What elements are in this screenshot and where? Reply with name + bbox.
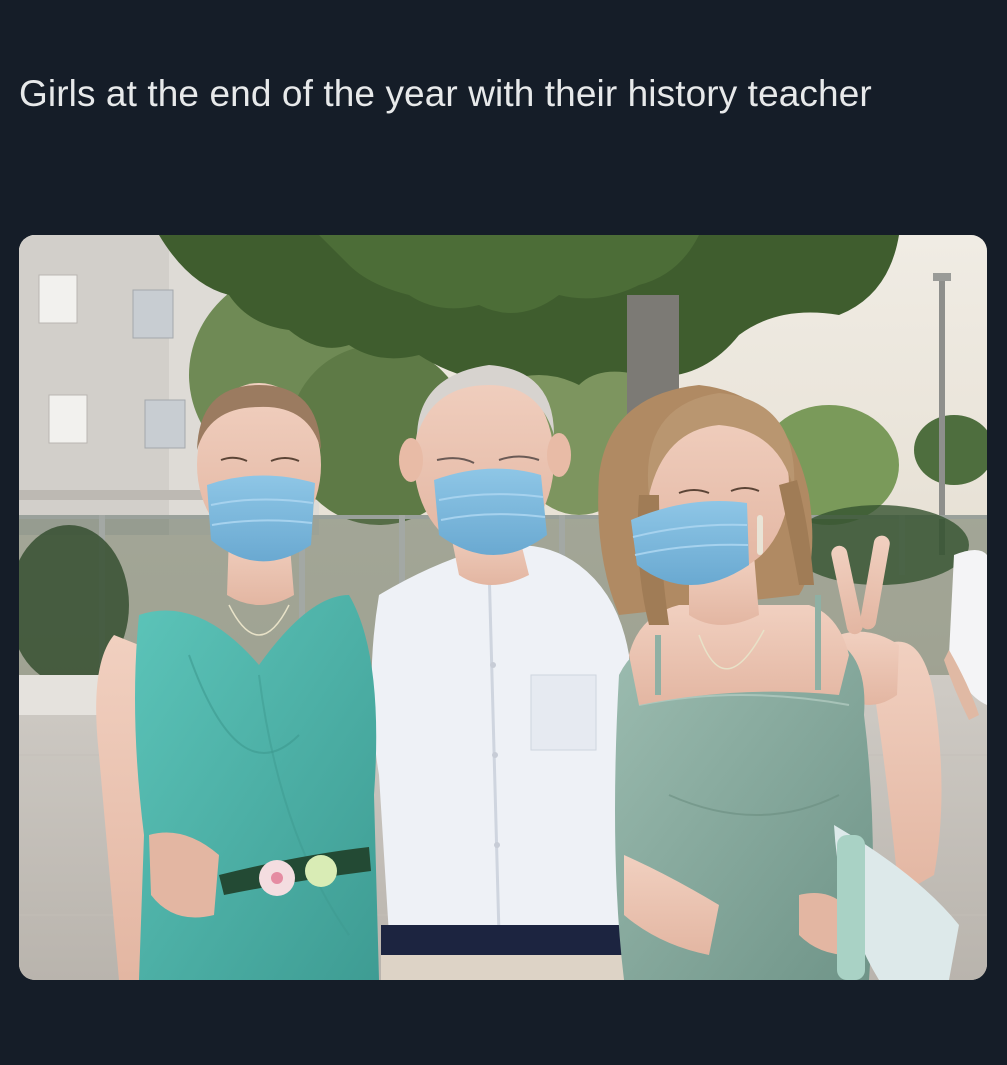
tweet: Girls at the end of the year with their …: [0, 0, 1007, 1065]
tweet-photo[interactable]: [19, 235, 987, 980]
photo-illustration: [19, 235, 987, 980]
tweet-text: Girls at the end of the year with their …: [19, 73, 872, 114]
